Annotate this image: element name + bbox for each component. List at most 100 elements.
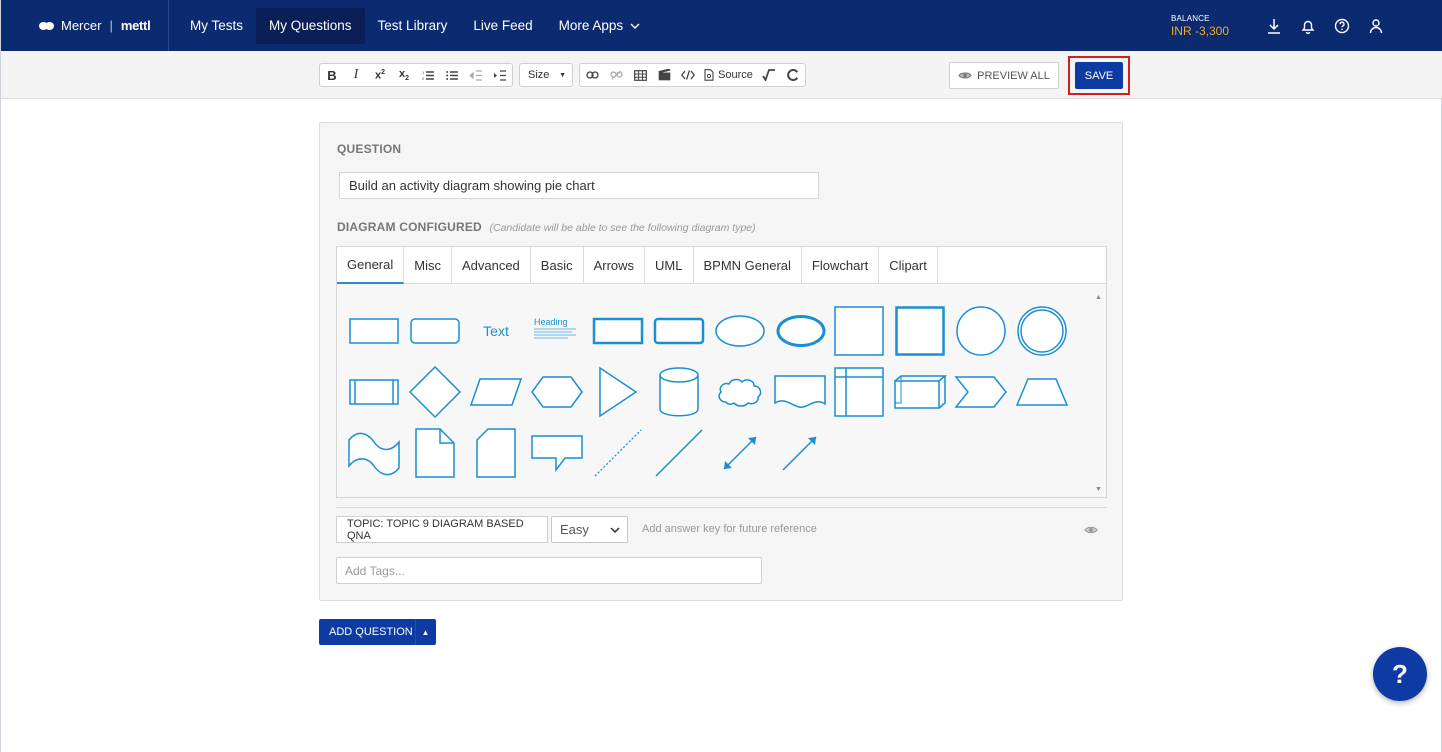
nav-right: BALANCE INR -3,300 [1171, 0, 1393, 51]
diagram-shape-palette: General Misc Advanced Basic Arrows UML B… [336, 246, 1107, 498]
shape-diamond[interactable] [408, 365, 462, 419]
tab-clipart[interactable]: Clipart [879, 247, 938, 283]
difficulty-select[interactable]: Easy [551, 516, 628, 543]
toolbar-group-insert: Source [579, 63, 806, 87]
numbered-list-icon[interactable]: 12 [416, 64, 440, 86]
preview-all-button[interactable]: PREVIEW ALL [949, 62, 1059, 89]
topic-selector[interactable]: TOPIC: TOPIC 9 DIAGRAM BASED QNA [336, 516, 548, 543]
eye-icon[interactable] [1084, 522, 1098, 540]
toolbar-group-format: B I x2 x2 12 [319, 63, 513, 87]
shape-ellipse[interactable] [714, 305, 766, 357]
download-icon[interactable] [1257, 9, 1291, 43]
bullet-list-icon[interactable] [440, 64, 464, 86]
source-button[interactable]: Source [700, 64, 757, 86]
chemistry-icon[interactable] [781, 64, 805, 86]
shape-cylinder[interactable] [653, 366, 705, 418]
caret-down-icon: ▼ [559, 71, 566, 79]
brand-separator: | [109, 18, 113, 33]
tab-flowchart[interactable]: Flowchart [802, 247, 880, 283]
shape-triangle[interactable] [592, 366, 644, 418]
shape-dotted-line[interactable] [592, 427, 644, 479]
indent-icon[interactable] [488, 64, 512, 86]
shape-square[interactable] [833, 305, 885, 357]
shape-hexagon[interactable] [531, 366, 583, 418]
shape-process[interactable] [348, 366, 400, 418]
shape-note[interactable] [409, 427, 461, 479]
shape-thick-rounded-rectangle[interactable] [653, 305, 705, 357]
tab-misc[interactable]: Misc [404, 247, 452, 283]
shape-parallelogram[interactable] [469, 366, 523, 418]
answer-key-link[interactable]: Add answer key for future reference [642, 523, 817, 535]
tab-general[interactable]: General [337, 247, 405, 284]
tab-uml[interactable]: UML [645, 247, 694, 283]
code-embed-icon[interactable] [676, 64, 700, 86]
bell-icon[interactable] [1291, 9, 1325, 43]
save-button[interactable]: SAVE [1075, 62, 1123, 89]
italic-icon[interactable]: I [344, 64, 368, 86]
scroll-up-arrow-icon[interactable]: ▲ [1095, 294, 1102, 301]
shapes-grid: Text Heading ▲ ▼ [337, 284, 1106, 497]
shape-rounded-rectangle[interactable] [409, 305, 461, 357]
nav-item-my-questions[interactable]: My Questions [256, 7, 365, 44]
shape-bidirectional-arrow[interactable] [714, 427, 766, 479]
shape-cloud[interactable] [714, 366, 766, 418]
shape-callout[interactable] [531, 427, 583, 479]
shape-cube[interactable] [894, 366, 948, 418]
save-highlight: SAVE [1068, 56, 1130, 95]
subscript-icon[interactable]: x2 [392, 64, 416, 86]
heading-body-lines [534, 328, 576, 338]
bold-icon[interactable]: B [320, 64, 344, 86]
tags-input[interactable]: Add Tags... [336, 557, 762, 584]
source-label: Source [718, 69, 753, 81]
brand-logo[interactable]: Mercer | mettl [1, 0, 169, 51]
shape-step[interactable] [954, 366, 1007, 418]
nav-item-my-tests[interactable]: My Tests [177, 8, 256, 44]
editor-toolbar-bar: B I x2 x2 12 Size ▼ Source PREVIEW ALL S… [1, 51, 1442, 99]
shape-thick-ellipse[interactable] [775, 305, 827, 357]
source-page-icon [704, 69, 714, 81]
shape-circle[interactable] [955, 305, 1007, 357]
user-icon[interactable] [1359, 9, 1393, 43]
shape-double-circle[interactable] [1016, 305, 1068, 357]
shape-document[interactable] [774, 366, 826, 418]
outdent-icon[interactable] [464, 64, 488, 86]
nav-item-live-feed[interactable]: Live Feed [460, 8, 545, 44]
diagram-configured-hint: (Candidate will be able to see the follo… [489, 222, 756, 234]
question-text-input[interactable]: Build an activity diagram showing pie ch… [339, 172, 819, 199]
nav-menu: My Tests My Questions Test Library Live … [177, 0, 653, 51]
link-icon[interactable] [580, 64, 604, 86]
shape-card[interactable] [470, 427, 522, 479]
diagram-configured-label: DIAGRAM CONFIGURED [337, 220, 482, 234]
shape-directional-arrow[interactable] [774, 427, 826, 479]
help-circle-icon[interactable] [1325, 9, 1359, 43]
shape-line[interactable] [653, 427, 705, 479]
shape-rectangle[interactable] [348, 305, 400, 357]
shape-trapezoid[interactable] [1015, 366, 1069, 418]
add-question-button[interactable]: ADD QUESTION ▲ [319, 619, 436, 645]
scroll-down-arrow-icon[interactable]: ▼ [1095, 486, 1102, 493]
superscript-icon[interactable]: x2 [368, 64, 392, 86]
add-question-label: ADD QUESTION [329, 626, 413, 638]
shape-heading-textbox[interactable]: Heading [531, 305, 583, 357]
video-icon[interactable] [652, 64, 676, 86]
shape-text[interactable]: Text [470, 305, 522, 357]
shape-tape[interactable] [348, 427, 400, 479]
question-card: QUESTION Build an activity diagram showi… [319, 122, 1123, 601]
tab-arrows[interactable]: Arrows [584, 247, 646, 283]
tab-bpmn-general[interactable]: BPMN General [694, 247, 802, 283]
shape-internal-storage[interactable] [833, 366, 885, 418]
shapes-scrollbar[interactable]: ▲ ▼ [1092, 284, 1106, 497]
font-size-select[interactable]: Size ▼ [520, 64, 572, 86]
unlink-icon[interactable] [604, 64, 628, 86]
tab-basic[interactable]: Basic [531, 247, 584, 283]
caret-up-icon[interactable]: ▲ [415, 619, 435, 645]
table-icon[interactable] [628, 64, 652, 86]
nav-item-test-library[interactable]: Test Library [365, 8, 461, 44]
difficulty-value: Easy [560, 522, 589, 537]
math-formula-icon[interactable] [757, 64, 781, 86]
shape-thick-rectangle[interactable] [592, 305, 644, 357]
nav-item-more-apps[interactable]: More Apps [546, 8, 654, 44]
shape-thick-square[interactable] [894, 305, 946, 357]
tab-advanced[interactable]: Advanced [452, 247, 531, 283]
help-chat-button[interactable]: ? [1373, 647, 1427, 701]
